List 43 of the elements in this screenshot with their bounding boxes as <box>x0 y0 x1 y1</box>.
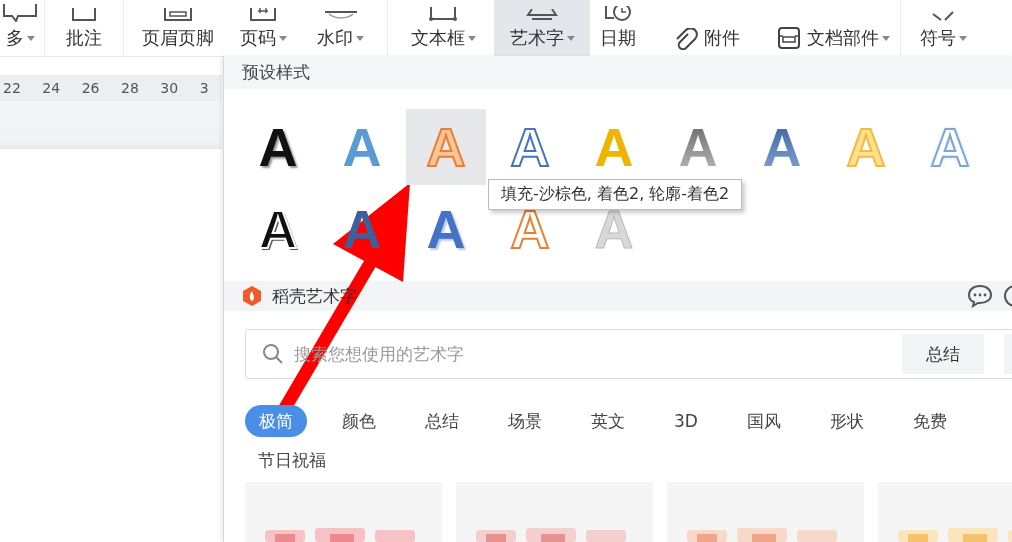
category-tab[interactable]: 形状 <box>815 405 878 437</box>
word-art-style[interactable]: A <box>238 109 318 185</box>
paperclip-icon <box>674 28 698 50</box>
header-footer-icon <box>163 8 193 22</box>
ruler-number: 28 <box>121 80 140 96</box>
category-tab[interactable]: 场景 <box>494 405 556 437</box>
ribbon-button[interactable]: 符号 <box>905 0 981 56</box>
section-title: 预设样式 <box>242 61 310 84</box>
ruler-number: 22 <box>3 80 22 96</box>
chat-icon <box>967 284 993 308</box>
page-number-icon <box>249 8 277 22</box>
category-tab[interactable]: 总结 <box>411 405 473 437</box>
ribbon-button[interactable]: 艺术字 <box>494 0 590 56</box>
ribbon-button[interactable]: 页码 <box>228 0 298 56</box>
watermark-icon <box>322 8 359 22</box>
ribbon-button[interactable]: 日期 <box>590 0 646 56</box>
ribbon-button[interactable]: 文本框 <box>392 0 494 56</box>
category-tab[interactable]: 免费 <box>898 405 961 437</box>
category-tab[interactable]: 英文 <box>577 405 639 437</box>
ribbon-button[interactable]: 批注 <box>49 0 119 56</box>
ruler-number: 26 <box>81 80 101 96</box>
category-tab[interactable]: 国风 <box>732 405 795 437</box>
text-box-icon <box>427 7 459 22</box>
speech-bubble-icon <box>2 4 38 22</box>
keyword-button[interactable]: 总结 <box>902 334 984 374</box>
ribbon-button[interactable]: 文档部件 <box>746 0 896 56</box>
ribbon-button[interactable]: 页眉页脚 <box>128 0 228 56</box>
ruler-number: 3 <box>199 80 210 96</box>
tooltip: 填充-沙棕色, 着色2, 轮廓-着色2 <box>488 179 743 210</box>
category-tab[interactable]: 颜色 <box>328 405 390 437</box>
ruler-number: 24 <box>42 80 62 96</box>
search-icon <box>262 343 284 365</box>
hexagon-logo-icon <box>242 285 262 307</box>
clock-icon <box>604 6 632 22</box>
ribbon-button[interactable]: 附件 <box>646 0 746 56</box>
ribbon-button[interactable]: 水印 <box>298 0 383 56</box>
word-art-icon <box>526 9 558 22</box>
document-part-icon <box>777 26 801 50</box>
category-tab[interactable]: 3D <box>660 405 712 437</box>
section-heading: 节日祝福 <box>257 449 327 472</box>
ruler-number: 30 <box>160 80 180 96</box>
ribbon-button[interactable]: 多 <box>0 0 40 56</box>
word-art-style[interactable]: A <box>406 191 486 267</box>
